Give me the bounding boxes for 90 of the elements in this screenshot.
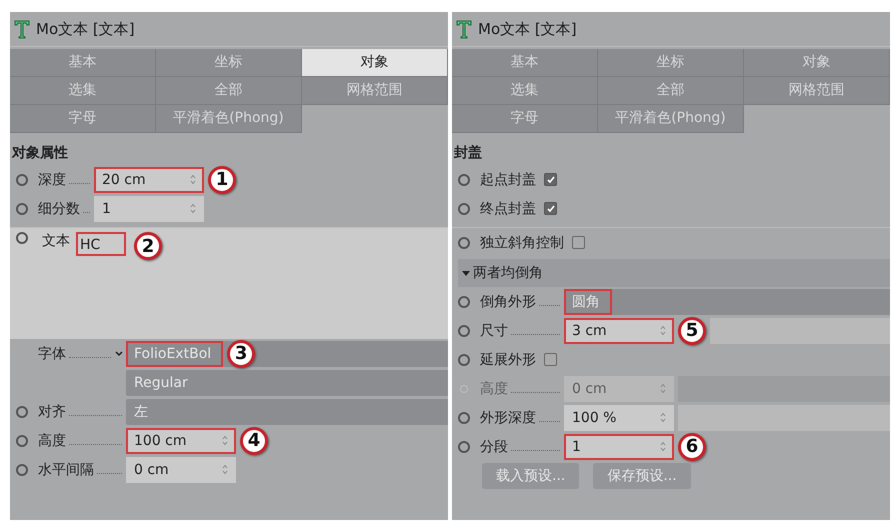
field-label: 起点封盖	[480, 170, 536, 188]
field-label: 细分数	[38, 200, 94, 218]
spinner-arrows-icon[interactable]	[660, 325, 666, 336]
animation-dot[interactable]	[458, 440, 470, 452]
group-header[interactable]: 两者均倒角	[458, 259, 890, 287]
field-label: 独立斜角控制	[480, 234, 564, 252]
slider-track[interactable]	[678, 404, 890, 430]
dropdown-value[interactable]: FolioExtBol	[126, 340, 224, 366]
tab[interactable]: 坐标	[598, 49, 744, 77]
preset-button[interactable]: 载入预设...	[482, 462, 580, 488]
tab[interactable]: 对象	[744, 49, 890, 77]
tab[interactable]: 基本	[10, 49, 156, 77]
animation-dot[interactable]	[16, 232, 28, 244]
callout-number: 2	[134, 232, 162, 260]
number-field[interactable]: 0 cm	[126, 456, 236, 482]
field-label: 延展外形	[480, 350, 536, 368]
tab[interactable]: 网格范围	[744, 77, 890, 105]
number-field[interactable]: 100 %	[564, 404, 674, 430]
spinner-arrows-icon[interactable]	[190, 174, 196, 185]
field-label: 外形深度	[480, 408, 564, 426]
checkbox[interactable]	[572, 236, 585, 249]
spinner-arrows-icon[interactable]	[660, 441, 666, 452]
callout-number: 4	[240, 426, 268, 454]
checkbox[interactable]	[544, 202, 557, 215]
tab[interactable]: 坐标	[156, 49, 302, 77]
number-field[interactable]: 20 cm	[94, 166, 204, 192]
field-label: 尺寸	[480, 322, 564, 340]
field-label: 字体	[38, 344, 126, 362]
dropdown-value[interactable]: 左	[126, 398, 160, 424]
field-label: 水平间隔	[38, 460, 126, 478]
preset-button[interactable]: 保存预设...	[593, 462, 691, 488]
section-heading: 封盖	[453, 144, 483, 163]
text-object-icon	[456, 19, 472, 39]
spinner-arrows-icon[interactable]	[222, 464, 228, 475]
dropdown-value[interactable]: 圆角	[564, 288, 612, 314]
panel-title: Mo文本 [文本]	[36, 20, 135, 38]
callout-number: 5	[678, 316, 706, 344]
animation-dot[interactable]	[458, 412, 470, 424]
section-heading: 对象属性	[10, 144, 69, 163]
spinner-arrows-icon[interactable]	[222, 435, 228, 446]
field-label: 对齐	[38, 402, 126, 420]
field-label: 文本	[42, 232, 70, 250]
field-label: 高度	[480, 380, 564, 398]
field-label: 分段	[480, 438, 564, 456]
tab[interactable]: 字母	[10, 105, 156, 133]
animation-dot[interactable]	[458, 354, 470, 366]
tab[interactable]: 网格范围	[302, 77, 448, 105]
checkbox[interactable]	[544, 173, 557, 186]
chevron-icon[interactable]	[115, 350, 123, 356]
tab[interactable]: 全部	[598, 77, 744, 105]
tab[interactable]: 选集	[452, 77, 598, 105]
animation-dot[interactable]	[458, 296, 470, 308]
tab[interactable]: 字母	[452, 105, 598, 133]
spinner-arrows-icon[interactable]	[190, 203, 196, 214]
slider-track[interactable]	[678, 376, 890, 402]
tab[interactable]: 平滑着色(Phong)	[598, 105, 744, 133]
triangle-icon[interactable]	[462, 269, 470, 278]
field-label: 深度	[38, 170, 94, 188]
animation-dot[interactable]	[458, 236, 470, 248]
animation-dot[interactable]	[16, 202, 28, 214]
tab[interactable]: 选集	[10, 77, 156, 105]
callout-number: 3	[227, 340, 256, 368]
checkmark-icon	[546, 174, 556, 184]
animation-dot[interactable]	[458, 174, 470, 186]
tab[interactable]: 对象	[302, 49, 448, 77]
animation-dot[interactable]	[458, 324, 470, 336]
animation-dot[interactable]	[16, 174, 28, 186]
field-label: 高度	[38, 432, 126, 450]
text-object-icon	[14, 19, 30, 39]
field-label: 终点封盖	[480, 200, 536, 218]
panel-title: Mo文本 [文本]	[478, 20, 577, 38]
tab[interactable]: 平滑着色(Phong)	[156, 105, 302, 133]
checkbox[interactable]	[544, 353, 557, 366]
tab[interactable]: 基本	[452, 49, 598, 77]
slider-track[interactable]	[710, 318, 890, 344]
spinner-arrows-icon[interactable]	[660, 412, 666, 423]
number-field[interactable]: 1	[564, 434, 674, 460]
callout-number: 1	[208, 166, 236, 194]
number-field[interactable]: 1	[94, 196, 204, 222]
number-field[interactable]: 3 cm	[564, 318, 674, 344]
number-field[interactable]: 100 cm	[126, 428, 236, 454]
callout-number: 6	[678, 432, 706, 460]
animation-dot[interactable]	[16, 434, 28, 446]
checkmark-icon	[546, 204, 556, 214]
field-label: 倒角外形	[480, 292, 564, 310]
animation-dot[interactable]	[16, 464, 28, 476]
animation-dot[interactable]	[458, 202, 470, 214]
animation-dot[interactable]	[16, 406, 28, 418]
text-value: HC	[76, 232, 126, 256]
tab[interactable]: 全部	[156, 77, 302, 105]
